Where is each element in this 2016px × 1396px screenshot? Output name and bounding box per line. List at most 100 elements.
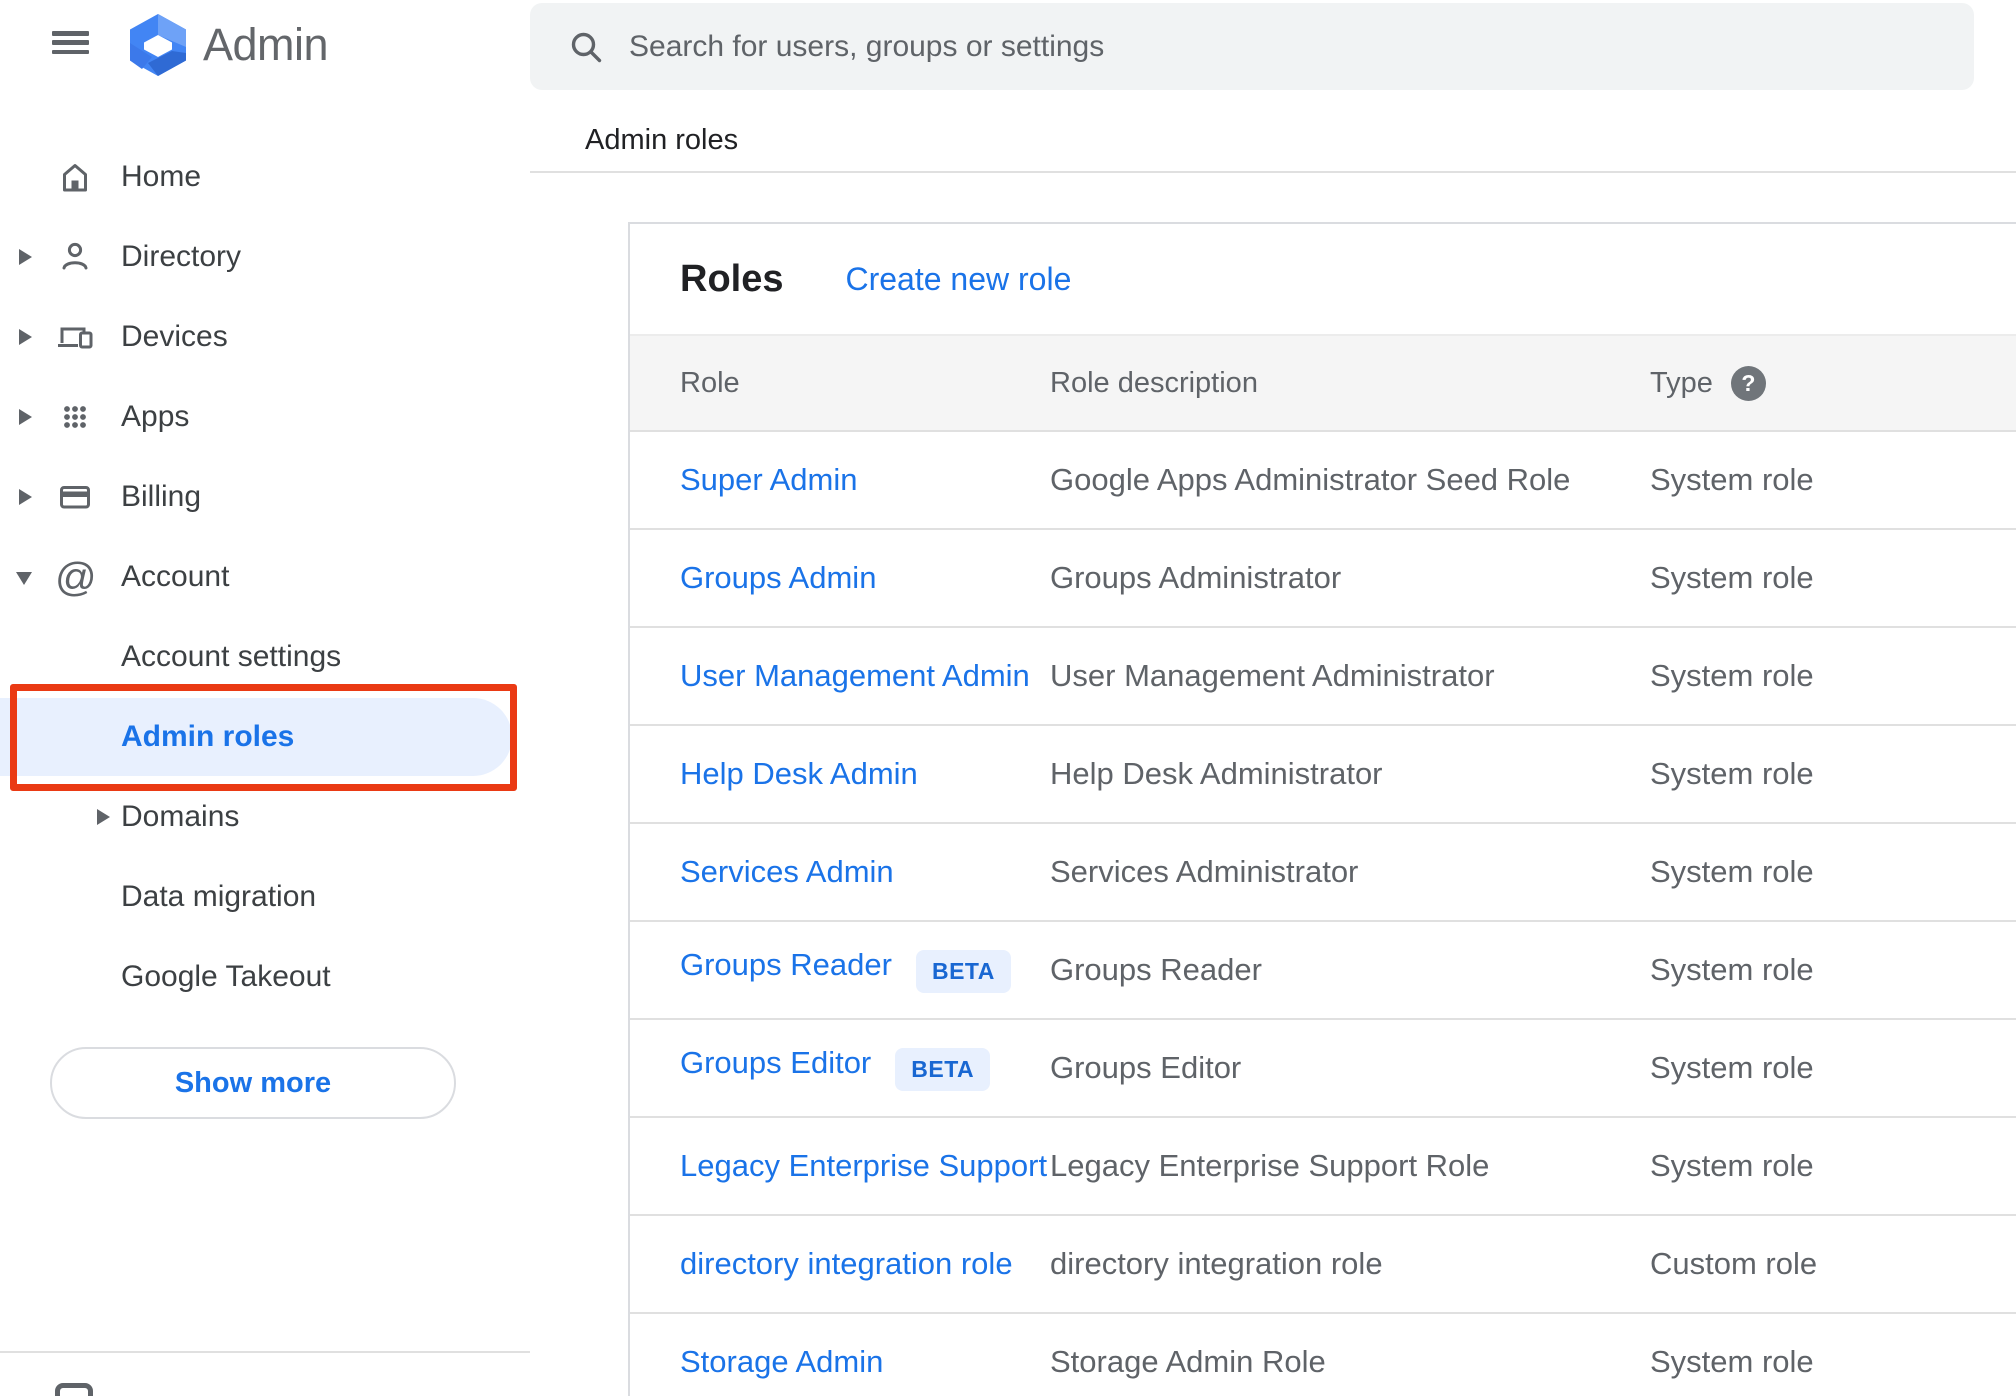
cell-role-description: Legacy Enterprise Support Role [1050, 1148, 1490, 1183]
sidebar-item-home[interactable]: Home [0, 137, 530, 217]
sidebar-item-billing[interactable]: Billing [0, 457, 530, 537]
role-link[interactable]: User Management Admin [680, 658, 1030, 693]
cell-role: Help Desk Admin [680, 756, 1050, 792]
chevron-right-icon[interactable] [19, 489, 32, 505]
table-row: Storage Admin Storage Admin Role System ro… [630, 1314, 2016, 1396]
chevron-down-icon[interactable] [16, 572, 32, 585]
cell-role: Services Admin [680, 854, 1050, 890]
cell-role-description: Groups Reader [1050, 952, 1262, 987]
column-header-role: Role [680, 366, 740, 399]
role-link[interactable]: Super Admin [680, 462, 858, 497]
role-link[interactable]: Groups Admin [680, 560, 876, 595]
cell-type: System role [1650, 462, 1814, 497]
credit-card-icon [55, 477, 95, 517]
cell-role-description: Groups Editor [1050, 1050, 1242, 1085]
at-sign-icon: @ [55, 554, 97, 600]
chevron-right-icon[interactable] [19, 329, 32, 345]
cell-type: System role [1650, 1148, 1814, 1183]
cell-role: Groups Reader BETA [680, 947, 1050, 993]
sidebar-item-admin-roles[interactable]: Admin roles [0, 697, 530, 777]
sidebar-item-label: Google Takeout [121, 960, 331, 993]
search-input[interactable] [629, 29, 1944, 64]
cell-role-description: Help Desk Administrator [1050, 756, 1383, 791]
column-header-role-description: Role description [1050, 366, 1258, 399]
clipped-menu-icon [55, 1383, 93, 1396]
cell-role: directory integration role [680, 1246, 1050, 1282]
sidebar-item-apps[interactable]: Apps [0, 377, 530, 457]
cell-role-description: Google Apps Administrator Seed Role [1050, 462, 1571, 497]
table-row: Services Admin Services Administrator Syst… [630, 824, 2016, 922]
chevron-right-icon[interactable] [19, 409, 32, 425]
beta-badge: BETA [915, 949, 1011, 993]
table-row: Groups Reader BETA Groups Reader System rol… [630, 922, 2016, 1020]
sidebar-item-label: Billing [121, 480, 202, 513]
cell-role: Groups Admin [680, 560, 1050, 596]
cell-role-description: Storage Admin Role [1050, 1344, 1326, 1379]
breadcrumb: Admin roles [585, 124, 739, 156]
cell-type: System role [1650, 756, 1814, 791]
role-link[interactable]: Legacy Enterprise Support [680, 1148, 1047, 1183]
role-link[interactable]: Groups Reader [680, 947, 892, 982]
sidebar-item-google-takeout[interactable]: Google Takeout [0, 937, 530, 1017]
apps-grid-icon [55, 397, 95, 437]
sidebar-item-account[interactable]: @ Account [0, 537, 530, 617]
sidebar-item-data-migration[interactable]: Data migration [0, 857, 530, 937]
sidebar-item-label: Devices [121, 320, 228, 353]
column-header-type: Type ? [1650, 365, 2016, 401]
sidebar: Admin Home Directory Devices Apps Billing @ Ac… [0, 0, 530, 1396]
chevron-right-icon[interactable] [97, 809, 110, 825]
sidebar-bottom-divider [0, 1351, 530, 1353]
sidebar-item-label: Account settings [121, 640, 342, 673]
cell-type: System role [1650, 952, 1814, 987]
table-row: Super Admin Google Apps Administrator See… [630, 432, 2016, 530]
table-row: Groups Admin Groups Administrator System r… [630, 530, 2016, 628]
person-icon [55, 237, 95, 277]
hamburger-menu-icon[interactable] [52, 31, 89, 54]
show-more-button[interactable]: Show more [50, 1047, 456, 1119]
sidebar-item-label: Domains [121, 800, 240, 833]
sidebar-item-directory[interactable]: Directory [0, 217, 530, 297]
cell-role: Super Admin [680, 462, 1050, 498]
table-row: Groups Editor BETA Groups Editor System rol… [630, 1020, 2016, 1118]
sidebar-item-account-settings[interactable]: Account settings [0, 617, 530, 697]
sidebar-item-domains[interactable]: Domains [0, 777, 530, 857]
cell-type: System role [1650, 560, 1814, 595]
cell-type: System role [1650, 854, 1814, 889]
cell-role: Groups Editor BETA [680, 1045, 1050, 1091]
admin-logo[interactable]: Admin [128, 12, 329, 78]
cell-role: User Management Admin [680, 658, 1050, 694]
cell-type: Custom role [1650, 1246, 1818, 1281]
roles-card-header: Roles Create new role [630, 224, 2016, 334]
cell-type: System role [1650, 1344, 1814, 1379]
sidebar-item-label: Account [121, 560, 230, 593]
chevron-right-icon[interactable] [19, 249, 32, 265]
cell-role-description: Services Administrator [1050, 854, 1359, 889]
role-link[interactable]: Storage Admin [680, 1344, 883, 1379]
help-icon[interactable]: ? [1730, 365, 1766, 401]
header-divider [530, 171, 2016, 173]
beta-badge: BETA [895, 1047, 991, 1091]
search-bar[interactable] [530, 3, 1974, 90]
table-row: directory integration role directory inte… [630, 1216, 2016, 1314]
table-header-row: Role Role description Type ? [630, 334, 2016, 432]
sidebar-item-label: Directory [121, 240, 242, 273]
role-link[interactable]: Help Desk Admin [680, 756, 918, 791]
role-link[interactable]: Services Admin [680, 854, 894, 889]
sidebar-item-label: Apps [121, 400, 190, 433]
cell-role: Legacy Enterprise Support [680, 1148, 1050, 1184]
sidebar-item-devices[interactable]: Devices [0, 297, 530, 377]
sidebar-item-label: Admin roles [121, 720, 295, 753]
cell-role-description: directory integration role [1050, 1246, 1383, 1281]
roles-card: Roles Create new role Role Role descript… [628, 222, 2016, 1396]
role-link[interactable]: directory integration role [680, 1246, 1013, 1281]
cell-role-description: Groups Administrator [1050, 560, 1342, 595]
admin-hexagon-logo-icon [130, 14, 186, 76]
role-link[interactable]: Groups Editor [680, 1045, 871, 1080]
roles-table-body: Super Admin Google Apps Administrator See… [630, 432, 2016, 1396]
table-row: User Management Admin User Management Adm… [630, 628, 2016, 726]
create-new-role-link[interactable]: Create new role [845, 261, 1071, 298]
sidebar-item-label: Data migration [121, 880, 317, 913]
sidebar-nav: Home Directory Devices Apps Billing @ Account A… [0, 137, 530, 1017]
card-title: Roles [680, 257, 784, 300]
cell-role-description: User Management Administrator [1050, 658, 1495, 693]
